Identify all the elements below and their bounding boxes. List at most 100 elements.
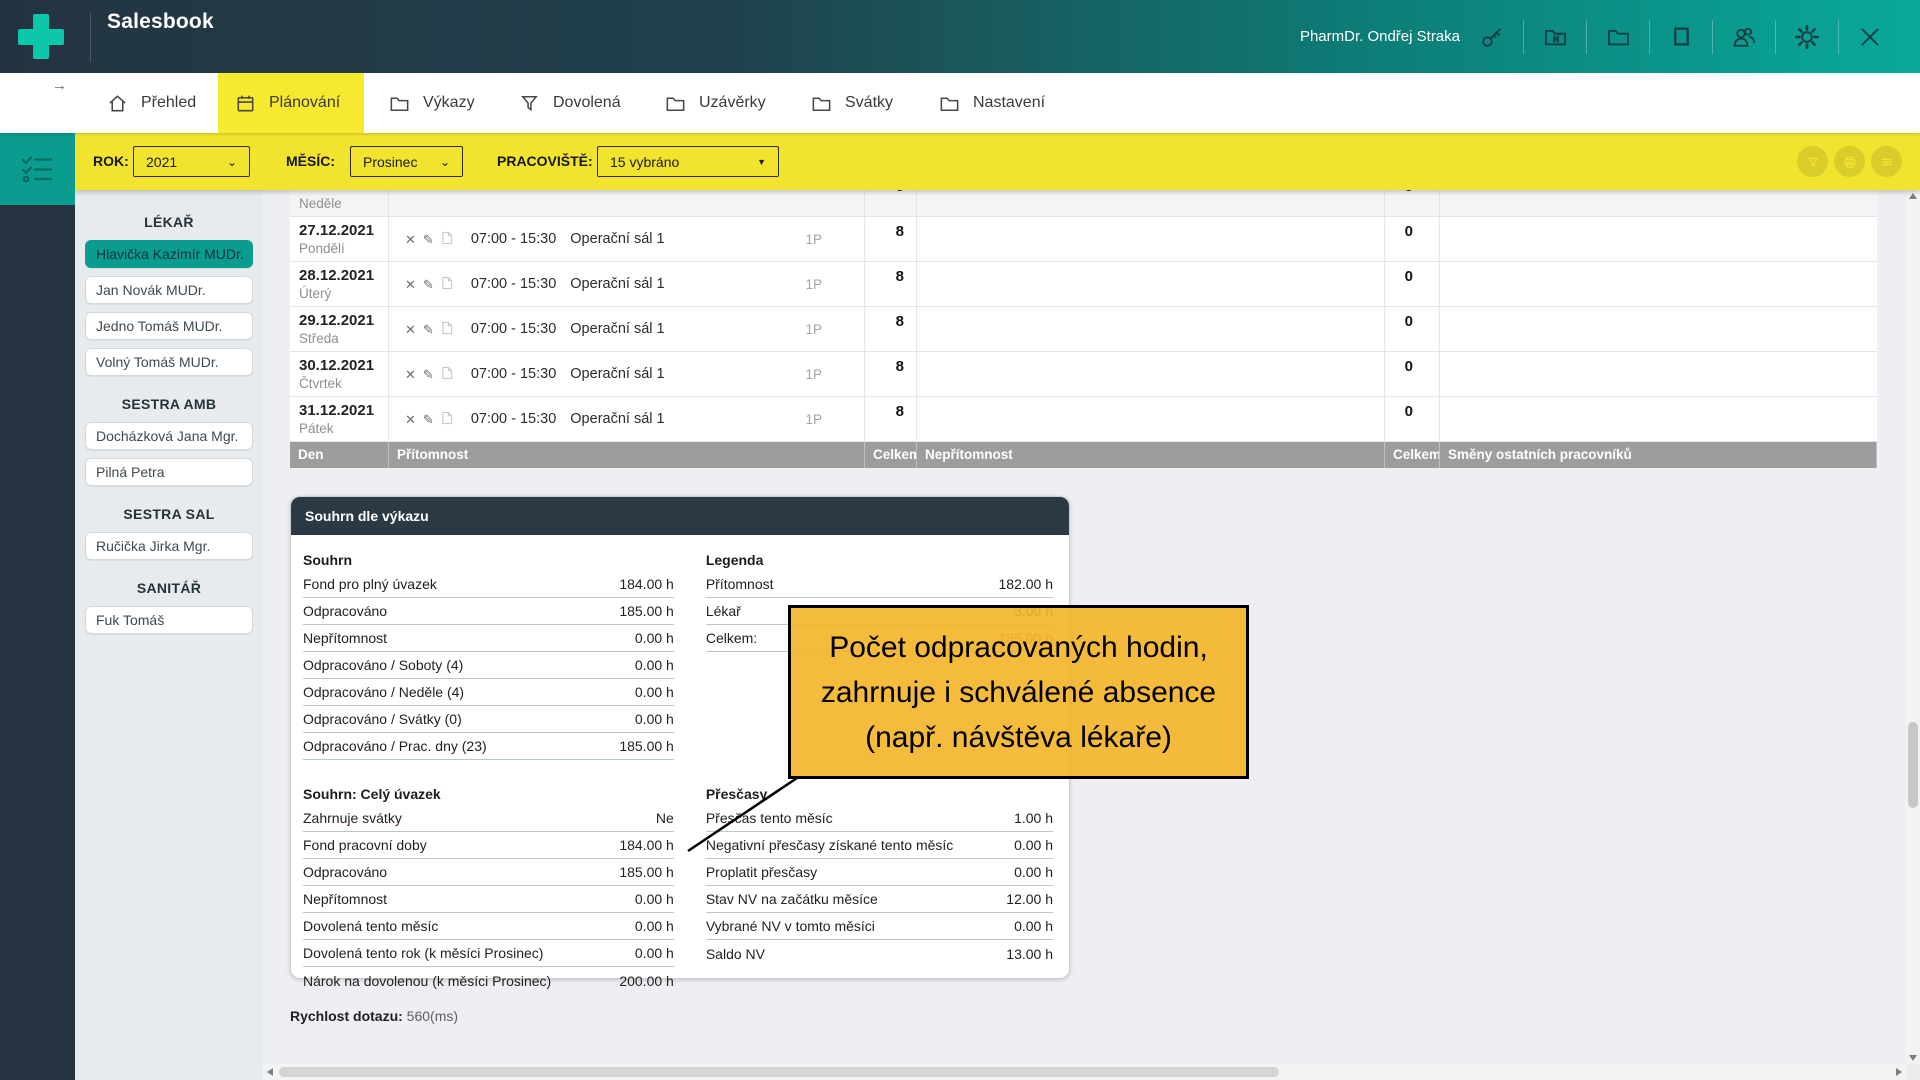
scroll-right-arrow[interactable] <box>1896 1068 1902 1076</box>
scroll-up-arrow[interactable] <box>1909 193 1917 199</box>
delete-shift-icon[interactable]: ✕ <box>405 278 416 291</box>
summary-value: 0.00 h <box>635 918 674 934</box>
note-shift-icon[interactable] <box>441 321 453 337</box>
summary-label: Přesčas tento měsíc <box>706 810 833 826</box>
delete-shift-icon[interactable]: ✕ <box>405 233 416 246</box>
close-icon[interactable] <box>1848 19 1892 55</box>
filter-icon[interactable] <box>1797 146 1828 177</box>
query-speed-status: Rychlost dotazu: 560(ms) <box>290 1008 458 1024</box>
summary-label: Negativní přesčasy získané tento měsíc <box>706 837 953 853</box>
table-row: 31.12.2021 Pátek ✕ ✎ 07:00 - 15:30 Opera… <box>290 397 1877 442</box>
summary-label: Nepřítomnost <box>303 891 387 907</box>
summary-label: Odpracováno <box>303 864 387 880</box>
row-date: 26.12.2021 <box>299 190 388 194</box>
key-icon[interactable] <box>1470 19 1514 55</box>
folder-icon[interactable] <box>1596 19 1640 55</box>
note-shift-icon[interactable] <box>441 411 453 427</box>
tab-prehled[interactable]: Přehled <box>90 73 212 133</box>
section-title-cely-uvazek: Souhrn: Celý úvazek <box>303 783 674 805</box>
users-icon[interactable] <box>1722 19 1766 55</box>
scroll-left-arrow[interactable] <box>267 1068 273 1076</box>
tab-label: Svátky <box>845 94 893 112</box>
month-select[interactable]: Prosinec ⌄ <box>350 146 463 177</box>
tooltip-line: Počet odpracovaných hodin, <box>791 625 1246 670</box>
scroll-down-arrow[interactable] <box>1909 1055 1917 1061</box>
sidebar-item-employee[interactable]: Hlavička Kazimír MUDr. <box>85 240 253 268</box>
chevron-down-icon: ⌄ <box>213 155 237 169</box>
schedule-table: 26.12.2021 Neděle 0 0 27.12.2021 Pondělí… <box>290 190 1877 468</box>
edit-shift-icon[interactable]: ✎ <box>423 278 434 291</box>
row-day: Pátek <box>299 421 388 436</box>
row-date: 28.12.2021 <box>299 267 388 284</box>
row-day: Pondělí <box>299 241 388 256</box>
folder-icon <box>938 92 961 115</box>
summary-value: 0.00 h <box>635 945 674 961</box>
tab-uzaverky[interactable]: Uzávěrky <box>648 73 782 133</box>
absence-total: 0 <box>1385 217 1440 261</box>
vertical-scroll-thumb[interactable] <box>1908 722 1918 808</box>
summary-label: Odpracováno / Soboty (4) <box>303 657 463 673</box>
table-row: 27.12.2021 Pondělí ✕ ✎ 07:00 - 15:30 Ope… <box>290 217 1877 262</box>
summary-label: Vybrané NV v tomto měsíci <box>706 918 875 934</box>
note-shift-icon[interactable] <box>441 366 453 382</box>
frame-icon[interactable] <box>1659 19 1703 55</box>
tab-planovani[interactable]: Plánování <box>218 73 364 133</box>
sidebar-item-employee[interactable]: Volný Tomáš MUDr. <box>85 348 253 376</box>
tab-nastaveni[interactable]: Nastavení <box>922 73 1061 133</box>
tab-svatky[interactable]: Svátky <box>794 73 909 133</box>
delete-shift-icon[interactable]: ✕ <box>405 413 416 426</box>
sidebar-item-employee[interactable]: Jedno Tomáš MUDr. <box>85 312 253 340</box>
absence-total: 0 <box>1385 262 1440 306</box>
print-icon[interactable] <box>1834 146 1865 177</box>
table-footer: Den Přítomnost Celkem Nepřítomnost Celke… <box>290 442 1877 468</box>
sidebar-item-employee[interactable]: Docházková Jana Mgr. <box>85 422 253 450</box>
summary-value: 0.00 h <box>635 684 674 700</box>
shift-place: Operační sál 1 <box>570 321 664 337</box>
footer-col-nepritomnost: Nepřítomnost <box>917 442 1385 468</box>
menu-icon[interactable] <box>1871 146 1902 177</box>
summary-value: 1.00 h <box>1014 810 1053 826</box>
folder-icon <box>664 92 687 115</box>
delete-shift-icon[interactable]: ✕ <box>405 368 416 381</box>
nav-bar: → Přehled Plánování Výkazy Dovolená <box>0 73 1920 133</box>
edit-shift-icon[interactable]: ✎ <box>423 413 434 426</box>
sidebar-item-employee[interactable]: Pilná Petra <box>85 458 253 486</box>
horizontal-scrollbar[interactable] <box>263 1064 1906 1080</box>
summary-value: 185.00 h <box>619 603 674 619</box>
nav-collapse-arrow[interactable]: → <box>52 77 67 94</box>
sidebar-item-employee[interactable]: Ručička Jirka Mgr. <box>85 532 253 560</box>
shift-time: 07:00 - 15:30 <box>471 321 556 337</box>
summary-value: 182.00 h <box>999 576 1054 592</box>
row-day: Středa <box>299 331 388 346</box>
summary-value: 185.00 h <box>619 864 674 880</box>
scrollbar-corner <box>1906 1064 1920 1080</box>
summary-value: 184.00 h <box>619 576 674 592</box>
sidebar-toggle-button[interactable] <box>0 133 75 205</box>
summary-label: Fond pro plný úvazek <box>303 576 437 592</box>
workplace-select[interactable]: 15 vybráno ▼ <box>597 146 779 177</box>
note-shift-icon[interactable] <box>441 276 453 292</box>
gear-icon[interactable] <box>1785 19 1829 55</box>
horizontal-scroll-thumb[interactable] <box>279 1067 1279 1077</box>
absence-total: 0 <box>1385 352 1440 396</box>
delete-shift-icon[interactable]: ✕ <box>405 323 416 336</box>
edit-shift-icon[interactable]: ✎ <box>423 323 434 336</box>
filter-bar: ROK: 2021 ⌄ MĚSÍC: Prosinec ⌄ PRACOVIŠTĚ… <box>75 133 1920 190</box>
presence-total: 8 <box>865 262 917 306</box>
shift-time: 07:00 - 15:30 <box>471 411 556 427</box>
presence-total: 8 <box>865 217 917 261</box>
sidebar-item-employee[interactable]: Fuk Tomáš <box>85 606 253 634</box>
vertical-scrollbar[interactable] <box>1906 190 1920 1080</box>
folder-n-icon[interactable]: N <box>1533 19 1577 55</box>
sidebar-item-employee[interactable]: Jan Novák MUDr. <box>85 276 253 304</box>
note-shift-icon[interactable] <box>441 231 453 247</box>
summary-label: Odpracováno / Svátky (0) <box>303 711 462 727</box>
shift-time: 07:00 - 15:30 <box>471 366 556 382</box>
shift-tag: 1P <box>805 367 822 382</box>
tab-dovolena[interactable]: Dovolená <box>502 73 637 133</box>
edit-shift-icon[interactable]: ✎ <box>423 368 434 381</box>
year-select[interactable]: 2021 ⌄ <box>133 146 250 177</box>
summary-label: Odpracováno <box>303 603 387 619</box>
tab-vykazy[interactable]: Výkazy <box>372 73 491 133</box>
edit-shift-icon[interactable]: ✎ <box>423 233 434 246</box>
